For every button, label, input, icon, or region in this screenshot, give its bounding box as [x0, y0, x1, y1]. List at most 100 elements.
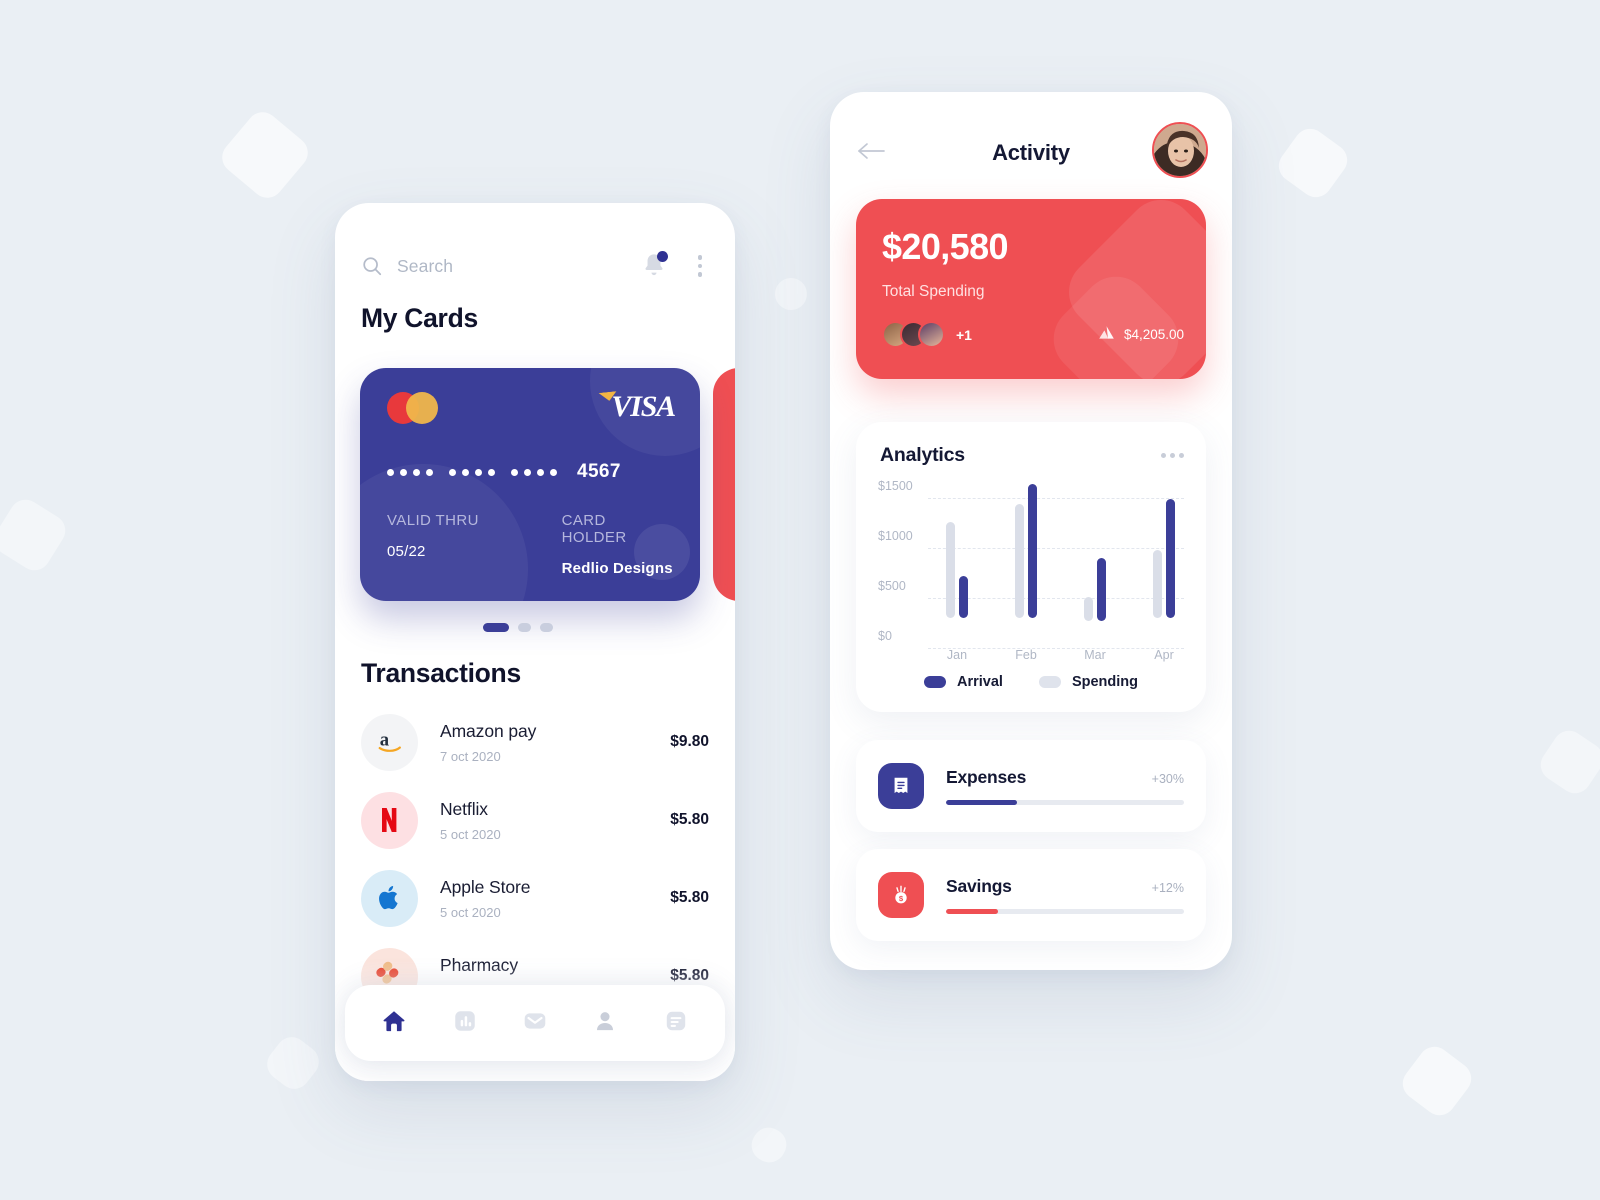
valid-thru-value: 05/22 [387, 543, 426, 560]
credit-card-active[interactable]: VISA 4567 VALID THRU 05/22 CARD HOLDER R… [360, 368, 700, 601]
nav-home-button[interactable] [374, 1003, 414, 1043]
x-axis-tick: Apr [1154, 648, 1174, 662]
left-top-bar [335, 243, 735, 289]
search-input[interactable] [397, 255, 627, 277]
transaction-row[interactable]: Apple Store 5 oct 2020 $5.80 [361, 859, 709, 937]
chart-legend: Arrival Spending [856, 674, 1206, 690]
savings-label: Savings [946, 875, 1012, 896]
bg-decor-square [0, 493, 72, 577]
card-holder-value: Redlio Designs [561, 560, 673, 577]
envelope-icon [522, 1008, 548, 1039]
receipt-icon [878, 763, 924, 809]
chart-bar-arrival-mar [1097, 558, 1106, 621]
savings-progress-fill [946, 908, 999, 915]
nav-documents-button[interactable] [656, 1003, 696, 1043]
y-axis-tick: $500 [878, 579, 906, 593]
transaction-date: 7 oct 2020 [440, 748, 501, 764]
card-digit-group [511, 468, 557, 476]
legend-swatch [1038, 676, 1061, 688]
card-holder-label: CARD HOLDER [561, 512, 627, 546]
analytics-chart: $1500 $1000 $500 $0 Jan Feb Mar Apr [878, 479, 1184, 662]
transaction-row[interactable]: a Amazon pay 7 oct 2020 $9.80 [361, 703, 709, 781]
spending-card-footer: +1 $4,205.00 [882, 321, 1184, 348]
legend-item-arrival[interactable]: Arrival [923, 674, 1003, 690]
netflix-icon [361, 791, 418, 849]
card-digit-group [449, 468, 495, 476]
chart-bar-spending-apr [1153, 550, 1162, 618]
valid-thru-label: VALID THRU [387, 512, 479, 529]
bg-decor-square [215, 105, 315, 205]
carousel-dot-3[interactable] [539, 623, 553, 632]
carousel-dot-2[interactable] [517, 623, 531, 632]
transaction-name: Apple Store [440, 876, 531, 897]
bg-decor-square [1272, 122, 1354, 204]
my-cards-title: My Cards [361, 303, 478, 333]
avatar [918, 321, 945, 348]
y-axis-tick: $0 [878, 629, 892, 643]
search-bar[interactable] [361, 255, 641, 277]
total-spending-card[interactable]: $20,580 Total Spending +1 $4,205.00 [856, 199, 1206, 379]
carousel-dot-1[interactable] [482, 623, 509, 632]
x-axis-tick: Feb [1015, 648, 1037, 662]
transactions-list: a Amazon pay 7 oct 2020 $9.80 Netflix 5 … [361, 703, 709, 1015]
y-axis-tick: $1500 [878, 479, 913, 493]
nav-profile-button[interactable] [585, 1003, 625, 1043]
carousel-dots[interactable] [335, 623, 700, 632]
bg-decor-square [768, 271, 814, 317]
gridline [928, 498, 1184, 499]
avatar[interactable] [1152, 122, 1208, 178]
transaction-row[interactable]: Netflix 5 oct 2020 $5.80 [361, 781, 709, 859]
back-arrow-icon [856, 141, 886, 166]
mastercard-icon [387, 392, 449, 424]
chart-bar-arrival-jan [959, 576, 968, 618]
back-button[interactable] [856, 136, 890, 170]
transaction-amount: $5.80 [670, 811, 709, 828]
expenses-percent: +30% [1151, 771, 1184, 786]
cards-carousel[interactable]: VISA 4567 VALID THRU 05/22 CARD HOLDER R… [335, 368, 735, 618]
transaction-amount: $9.80 [670, 733, 709, 750]
member-avatars[interactable] [882, 321, 945, 348]
gridline [928, 548, 1184, 549]
expenses-progress-fill [946, 799, 1018, 806]
expenses-progress-track [946, 799, 1184, 806]
credit-card-next[interactable] [713, 368, 735, 601]
x-axis-tick: Jan [946, 648, 968, 662]
transaction-name: Amazon pay [440, 720, 537, 741]
legend-item-spending[interactable]: Spending [1038, 674, 1138, 690]
card-last4: 4567 [577, 461, 621, 482]
right-top-bar: Activity [830, 122, 1232, 184]
notifications-button[interactable] [641, 251, 668, 280]
savings-card[interactable]: $ Savings +12% [856, 849, 1206, 941]
analytics-menu-button[interactable] [1161, 453, 1184, 458]
expenses-card[interactable]: Expenses +30% [856, 740, 1206, 832]
bar-chart-icon [452, 1008, 478, 1039]
amazon-icon: a [361, 713, 418, 771]
overflow-menu-button[interactable] [691, 255, 709, 277]
phone-activity-screen: Activity $20,580 Total Spending +1 $4,20… [830, 92, 1232, 970]
mountain-icon [1098, 325, 1115, 345]
legend-label: Arrival [956, 674, 1003, 690]
svg-text:$: $ [899, 894, 904, 903]
person-icon [592, 1008, 618, 1039]
extra-members-count: +1 [956, 326, 972, 343]
nav-messages-button[interactable] [515, 1003, 555, 1043]
money-bag-icon: $ [878, 872, 924, 918]
nav-stats-button[interactable] [445, 1003, 485, 1043]
svg-text:a: a [379, 730, 389, 751]
transaction-amount: $5.80 [670, 967, 709, 984]
notification-badge [657, 251, 668, 262]
spending-delta-value: $4,205.00 [1123, 327, 1184, 342]
savings-percent: +12% [1151, 880, 1184, 895]
search-icon [361, 255, 383, 277]
transaction-name: Pharmacy [440, 954, 518, 975]
total-spending-amount: $20,580 [882, 226, 1009, 267]
card-digit-group [387, 468, 433, 476]
transactions-title: Transactions [361, 658, 521, 688]
chart-bar-spending-jan [946, 522, 955, 618]
home-icon [381, 1008, 407, 1039]
chart-bar-arrival-apr [1166, 499, 1175, 618]
card-footer: VALID THRU 05/22 CARD HOLDER Redlio Desi… [387, 512, 675, 577]
chart-bar-spending-feb [1015, 504, 1024, 618]
analytics-title: Analytics [880, 444, 965, 466]
visa-logo: VISA [611, 390, 676, 423]
